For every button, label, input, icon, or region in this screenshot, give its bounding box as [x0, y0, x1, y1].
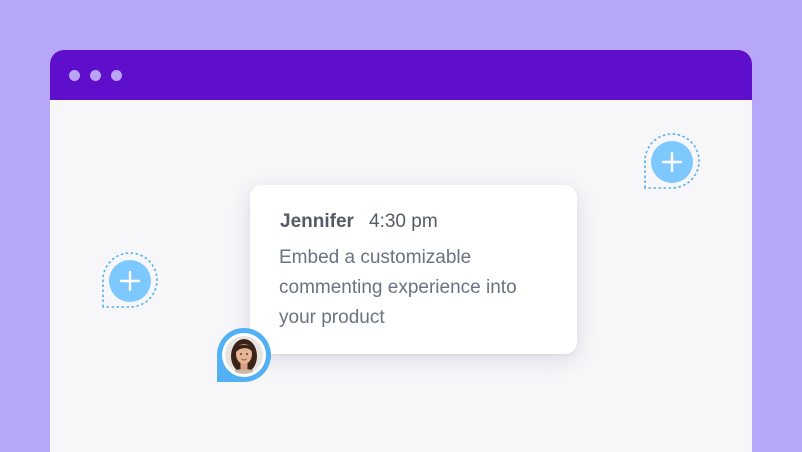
window-control-dot[interactable]: [69, 70, 80, 81]
browser-window: Jennifer 4:30 pm Embed a customizable co…: [50, 50, 752, 452]
add-comment-pin[interactable]: [643, 133, 701, 191]
window-control-dot[interactable]: [111, 70, 122, 81]
plus-icon: [102, 252, 158, 308]
comment-message: Embed a customizable commenting experien…: [279, 247, 517, 328]
window-control-dot[interactable]: [90, 70, 101, 81]
plus-icon: [644, 133, 700, 189]
comment-card[interactable]: Jennifer 4:30 pm Embed a customizable co…: [250, 185, 577, 354]
comment-timestamp: 4:30 pm: [369, 211, 438, 232]
avatar: [217, 328, 271, 382]
add-comment-pin[interactable]: [101, 252, 159, 310]
commenter-avatar-pin[interactable]: [215, 326, 273, 384]
window-titlebar: [50, 50, 752, 100]
comment-author: Jennifer: [280, 211, 354, 232]
